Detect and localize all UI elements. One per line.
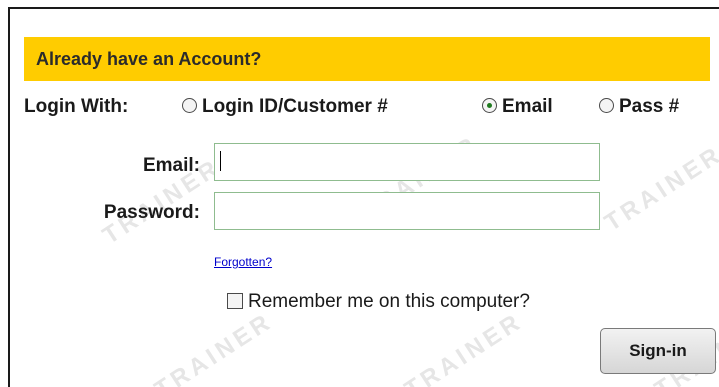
radio-checked-icon[interactable] — [482, 98, 497, 113]
header-title: Already have an Account? — [36, 49, 262, 69]
radio-email-label: Email — [502, 96, 553, 117]
watermark: TRAINER — [600, 140, 719, 237]
forgot-password-link[interactable]: Forgotten? — [214, 255, 272, 269]
email-field[interactable] — [214, 143, 600, 181]
password-field[interactable] — [214, 192, 600, 230]
password-label: Password: — [103, 202, 200, 223]
remember-me-label: Remember me on this computer? — [248, 291, 530, 312]
radio-pass[interactable]: Pass # — [599, 96, 679, 118]
radio-unchecked-icon[interactable] — [599, 98, 614, 113]
radio-email[interactable]: Email — [482, 96, 553, 118]
remember-me-checkbox[interactable] — [227, 293, 243, 309]
radio-pass-label: Pass # — [619, 96, 680, 117]
radio-unchecked-icon[interactable] — [182, 98, 197, 113]
login-with-label: Login With: — [24, 96, 129, 117]
header-bar: Already have an Account? — [24, 37, 710, 81]
watermark: TRAINER — [400, 307, 528, 387]
sign-in-button[interactable]: Sign-in — [600, 328, 716, 374]
text-caret — [220, 151, 221, 171]
watermark: TRAINER — [150, 307, 278, 387]
email-label: Email: — [142, 155, 200, 176]
login-with-row: Login With: Login ID/Customer # Email Pa… — [24, 93, 714, 121]
email-field-wrap — [214, 143, 600, 181]
radio-login-id-label: Login ID/Customer # — [202, 96, 388, 117]
login-panel: TRAINER TRAINER TRAINER TRAINER TRAINER … — [8, 7, 719, 387]
remember-me-row: Remember me on this computer? — [227, 291, 530, 315]
radio-login-id[interactable]: Login ID/Customer # — [182, 96, 388, 118]
